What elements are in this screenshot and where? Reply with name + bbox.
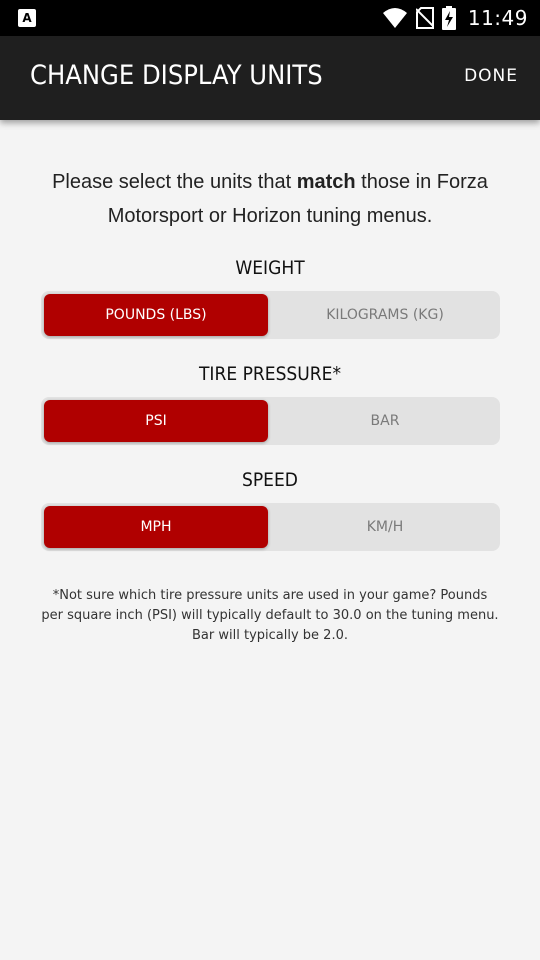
weight-toggle: POUNDS (LBS) KILOGRAMS (KG) xyxy=(41,291,500,339)
tire-pressure-option-bar[interactable]: BAR xyxy=(273,400,497,442)
tire-pressure-label: TIRE PRESSURE* xyxy=(198,363,342,385)
battery-charging-icon xyxy=(441,6,456,30)
intro-text-emphasis: match xyxy=(296,171,356,193)
intro-text: Please select the units that match those… xyxy=(40,165,500,233)
notification-a-icon: A xyxy=(18,9,36,27)
tire-pressure-option-psi[interactable]: PSI xyxy=(44,400,268,442)
tire-pressure-toggle: PSI BAR xyxy=(41,397,500,445)
status-bar: A 11:49 xyxy=(0,0,540,36)
intro-text-before: Please select the units that xyxy=(52,171,297,193)
weight-option-kilograms[interactable]: KILOGRAMS (KG) xyxy=(273,294,497,336)
status-icons: 11:49 xyxy=(382,0,528,36)
weight-label: WEIGHT xyxy=(235,257,305,279)
app-bar: CHANGE DISPLAY UNITS DONE xyxy=(0,36,540,120)
page-title: CHANGE DISPLAY UNITS xyxy=(30,60,323,91)
no-sim-icon xyxy=(415,7,434,29)
done-button[interactable]: DONE xyxy=(464,66,518,86)
tire-pressure-footnote: *Not sure which tire pressure units are … xyxy=(41,588,499,643)
weight-option-pounds[interactable]: POUNDS (LBS) xyxy=(44,294,268,336)
wifi-icon xyxy=(382,7,408,29)
status-time: 11:49 xyxy=(467,6,528,30)
speed-label: SPEED xyxy=(242,469,298,491)
speed-option-kmh[interactable]: KM/H xyxy=(273,506,497,548)
speed-toggle: MPH KM/H xyxy=(41,503,500,551)
speed-option-mph[interactable]: MPH xyxy=(44,506,268,548)
